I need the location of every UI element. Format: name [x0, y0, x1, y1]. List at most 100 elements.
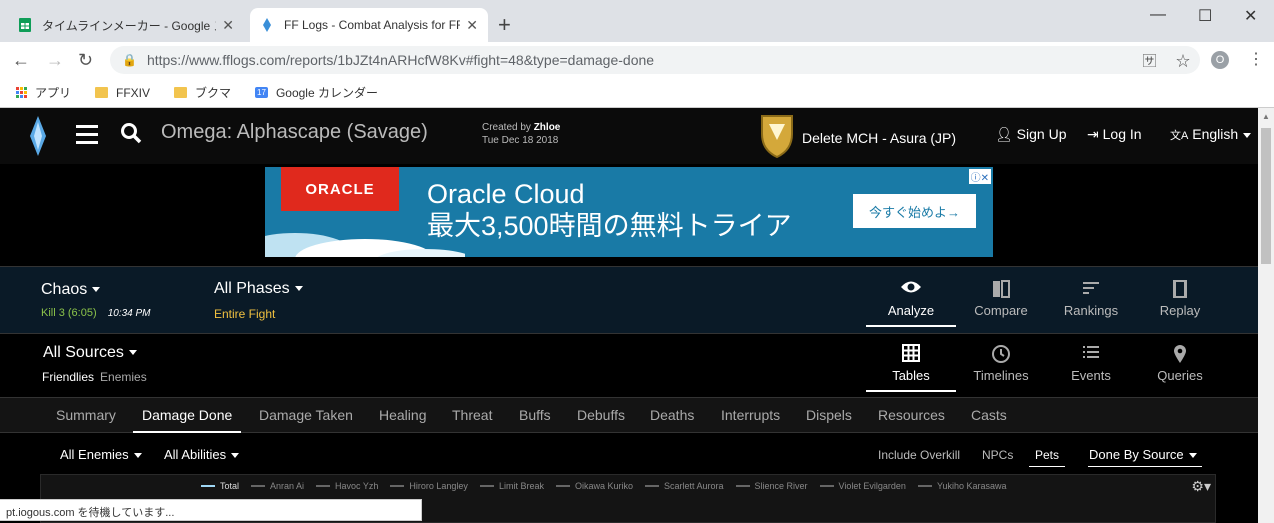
reload-icon[interactable]: ↻ [78, 50, 93, 71]
legend-item[interactable]: Hiroro Langley [390, 481, 468, 491]
tab-resources[interactable]: Resources [878, 407, 945, 423]
phase-sub: Entire Fight [214, 307, 276, 321]
bookmark-label: ブクマ [195, 86, 232, 100]
tab-debuffs[interactable]: Debuffs [577, 407, 625, 423]
enemies-filter[interactable]: All Enemies [60, 447, 142, 462]
chevron-down-icon [294, 286, 303, 292]
signup-link[interactable]: 👤︎ Sign Up [995, 126, 1066, 143]
oracle-logo: ORACLE [281, 167, 399, 211]
page-scrollbar[interactable]: ▲ [1258, 108, 1274, 523]
guild-link[interactable]: Delete MCH - Asura (JP) [760, 114, 956, 161]
guild-name: Delete MCH - Asura (JP) [802, 129, 957, 146]
npcs-toggle[interactable]: NPCs [982, 448, 1013, 462]
legend-item[interactable]: Anran Ai [251, 481, 304, 491]
legend-item[interactable]: Havoc Yzh [316, 481, 378, 491]
tab-interrupts[interactable]: Interrupts [721, 407, 780, 423]
tab-dispels[interactable]: Dispels [806, 407, 852, 423]
gear-icon[interactable]: ⚙▾ [1191, 478, 1211, 495]
bookmark-ffxiv[interactable]: FFXIV [95, 86, 150, 100]
close-icon[interactable]: ✕ [222, 17, 234, 34]
abilities-filter[interactable]: All Abilities [164, 447, 240, 462]
star-icon[interactable]: ☆ [1176, 53, 1190, 69]
mode-tables[interactable]: Tables [866, 344, 956, 392]
browser-tab-sheets[interactable]: タイムラインメーカー - Google スプレッ ✕ [8, 8, 244, 42]
scroll-up-icon[interactable]: ▲ [1262, 112, 1270, 121]
address-bar[interactable]: 🔒 https://www.fflogs.com/reports/1bJZt4n… [110, 46, 1200, 74]
zone-title[interactable]: Omega: Alphascape (Savage) [161, 121, 428, 144]
sheets-icon [18, 18, 32, 32]
legend-item[interactable]: Limit Break [479, 481, 544, 491]
hamburger-menu-icon[interactable] [76, 125, 98, 149]
list-icon [1046, 344, 1136, 366]
chevron-down-icon [231, 453, 240, 459]
include-overkill-toggle[interactable]: Include Overkill [878, 448, 960, 462]
legend-item[interactable]: Scarlett Aurora [644, 481, 724, 491]
profile-avatar[interactable]: O [1211, 51, 1229, 69]
mode-queries[interactable]: Queries [1135, 344, 1225, 383]
translate-star-icons[interactable]: 🈂 ☆ [1143, 51, 1190, 71]
bookmark-apps[interactable]: アプリ [16, 84, 71, 101]
nav-compare[interactable]: Compare [956, 279, 1046, 318]
folder-icon [174, 87, 188, 98]
maximize-icon[interactable]: ☐ [1198, 6, 1212, 26]
legend-item[interactable]: Slience River [735, 481, 808, 491]
tab-damage-done[interactable]: Damage Done [132, 407, 242, 433]
sources-selector[interactable]: All Sources [43, 344, 137, 362]
back-icon[interactable]: ← [12, 50, 30, 71]
forward-icon[interactable]: → [46, 50, 64, 71]
friendlies-link[interactable]: Friendlies [42, 370, 94, 384]
creator-name[interactable]: Zhloe [534, 122, 561, 133]
fight-selector[interactable]: Chaos [41, 281, 101, 299]
tab-healing[interactable]: Healing [379, 407, 426, 423]
legend-item[interactable]: Oikawa Kuriko [555, 481, 633, 491]
done-by-source-dropdown[interactable]: Done By Source [1088, 447, 1202, 467]
film-icon [1135, 279, 1225, 301]
minimize-icon[interactable]: — [1150, 6, 1166, 24]
nav-rankings[interactable]: Rankings [1046, 279, 1136, 318]
bookmark-calendar[interactable]: 17 Google カレンダー [255, 84, 378, 101]
oracle-ad-banner[interactable]: ORACLE Oracle Cloud 最大3,500時間の無料トライア 今すぐ… [265, 167, 993, 257]
mode-timelines[interactable]: Timelines [956, 344, 1046, 383]
tab-buffs[interactable]: Buffs [519, 407, 551, 423]
browser-tab-fflogs[interactable]: FF Logs - Combat Analysis for FF ✕ [250, 8, 488, 42]
tab-summary[interactable]: Summary [56, 407, 116, 423]
close-icon[interactable]: ✕ [466, 17, 478, 34]
grid-icon [866, 344, 956, 366]
legend-item[interactable]: Yukiho Karasawa [917, 481, 1006, 491]
tab-title: FF Logs - Combat Analysis for FF [284, 18, 461, 32]
legend-item[interactable]: Total [201, 481, 239, 491]
chevron-down-icon [128, 350, 137, 356]
browser-status-bar: pt.iogous.com を待機しています... [0, 499, 422, 521]
tab-threat[interactable]: Threat [452, 407, 492, 423]
nav-replay[interactable]: Replay [1135, 279, 1225, 318]
legend-item[interactable]: Violet Evilgarden [819, 481, 906, 491]
translate-icon[interactable]: 🈂 [1143, 53, 1157, 69]
graph-legend: Total Anran Ai Havoc Yzh Hiroro Langley … [201, 481, 1018, 491]
bookmark-label: Google カレンダー [275, 86, 378, 100]
nav-analyze[interactable]: Analyze [866, 279, 956, 327]
search-icon[interactable] [120, 122, 142, 149]
fflogs-logo-icon[interactable] [28, 116, 48, 161]
enemies-link[interactable]: Enemies [100, 370, 147, 384]
ad-cta-button[interactable]: 今すぐ始めよ→ [853, 194, 976, 228]
tab-deaths[interactable]: Deaths [650, 407, 694, 423]
ad-choices-icon[interactable]: ⓘ✕ [968, 169, 991, 184]
phase-selector[interactable]: All Phases [214, 280, 303, 298]
menu-kebab-icon[interactable]: ⋮ [1248, 49, 1264, 69]
tab-damage-taken[interactable]: Damage Taken [259, 407, 353, 423]
bookmarks-bar: アプリ FFXIV ブクマ 17 Google カレンダー [0, 78, 1274, 108]
bookmark-bukuma[interactable]: ブクマ [174, 84, 231, 101]
mode-events[interactable]: Events [1046, 344, 1136, 383]
fflogs-icon [260, 18, 274, 32]
chevron-down-icon [1243, 132, 1252, 138]
login-link[interactable]: ⇥ Log In [1087, 126, 1142, 143]
pets-toggle[interactable]: Pets [1028, 448, 1066, 467]
lock-icon: 🔒 [122, 53, 137, 67]
url-text: https://www.fflogs.com/reports/1bJZt4nAR… [146, 52, 655, 68]
new-tab-icon[interactable]: + [498, 12, 511, 38]
language-dropdown[interactable]: 文A English [1170, 126, 1252, 143]
tab-casts[interactable]: Casts [971, 407, 1007, 423]
tab-title: タイムラインメーカー - Google スプレッ [42, 18, 216, 33]
scroll-thumb[interactable] [1261, 128, 1271, 264]
window-close-icon[interactable]: ✕ [1244, 6, 1257, 26]
